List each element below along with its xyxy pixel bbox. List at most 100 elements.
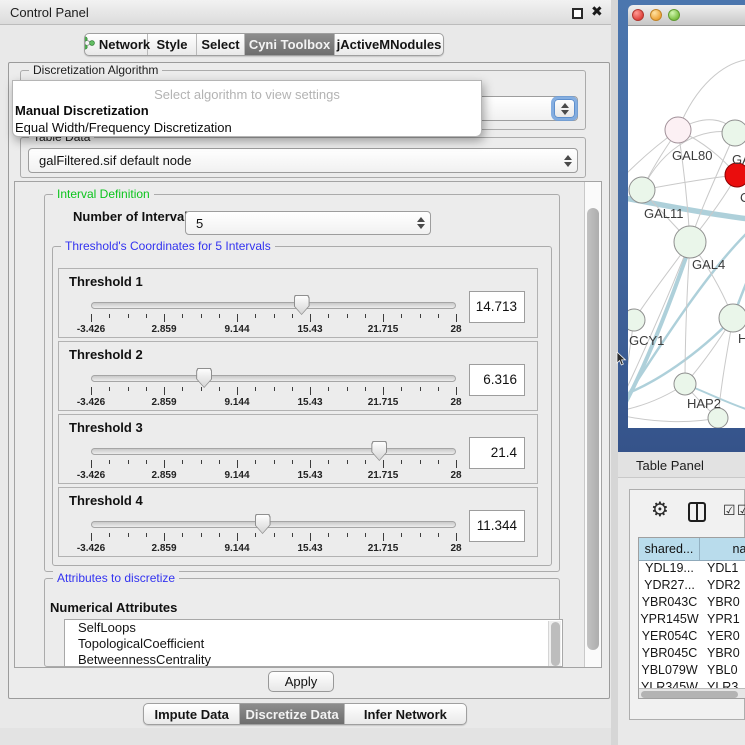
node-label: HAP2 [687, 396, 721, 411]
cell-name: YPR1 [700, 612, 745, 629]
network-node-gcy1[interactable] [628, 309, 645, 331]
number-of-intervals-combobox[interactable]: 5 [185, 211, 431, 235]
tab-discretize-data[interactable]: Discretize Data [240, 704, 344, 724]
tab-select[interactable]: Select [197, 34, 245, 55]
network-window-titlebar[interactable] [628, 5, 745, 26]
vertical-scrollbar[interactable] [584, 182, 601, 667]
threshold-label: Threshold 3 [69, 420, 143, 435]
cell-shared-name: YDR27... [639, 578, 700, 595]
numerical-attributes-label: Numerical Attributes [50, 600, 177, 615]
tab-impute-data[interactable]: Impute Data [144, 704, 240, 724]
slider-handle-icon[interactable] [255, 514, 271, 534]
threshold-slider[interactable]: -3.4262.8599.14415.4321.71528 [91, 516, 456, 556]
column-header-shared-[interactable]: shared... [639, 538, 700, 560]
slider-ticks [91, 314, 456, 323]
cell-name: YBR0 [700, 646, 745, 663]
tab-label: Network [99, 37, 150, 52]
scrollbar-thumb[interactable] [587, 208, 599, 650]
threshold-value-field[interactable]: 14.713 [469, 291, 525, 323]
threshold-slider[interactable]: -3.4262.8599.14415.4321.71528 [91, 370, 456, 410]
slider-tick-labels: -3.4262.8599.14415.4321.71528 [91, 324, 456, 336]
attribute-item-topologicalcoefficient[interactable]: TopologicalCoefficient [65, 636, 562, 652]
table-panel-title: Table Panel [636, 458, 704, 473]
network-graph: GAL80GACGAL11GAL4GCY1HHAP2 [628, 26, 745, 428]
network-node-ga[interactable] [722, 120, 745, 146]
network-node-gal4[interactable] [674, 226, 706, 258]
column-layout-icon[interactable] [688, 502, 706, 522]
threshold-value-field[interactable]: 21.4 [469, 437, 525, 469]
threshold-slider[interactable]: -3.4262.8599.14415.4321.71528 [91, 297, 456, 337]
node-label: GCY1 [629, 333, 664, 348]
slider-handle-face [295, 296, 309, 314]
tab-infer-network[interactable]: Infer Network [345, 704, 466, 724]
spinner-arrows-icon [564, 155, 572, 167]
cell-shared-name: YBL079W [639, 663, 700, 680]
slider-track[interactable] [91, 375, 456, 382]
threshold-row-threshold-1: Threshold 1-3.4262.8599.14415.4321.71528… [58, 268, 538, 338]
tab-cyni-toolbox[interactable]: Cyni Toolbox [245, 34, 335, 55]
scrollbar-thumb[interactable] [641, 691, 738, 698]
table-row[interactable]: YER054CYER0 [639, 629, 745, 646]
popup-option-equal-width-frequency-discretization[interactable]: Equal Width/Frequency Discretization [13, 119, 481, 136]
threshold-value-field[interactable]: 11.344 [469, 510, 525, 542]
network-node-gal80[interactable] [665, 117, 691, 143]
node-label: GAL4 [692, 257, 725, 272]
network-node-gal11[interactable] [629, 177, 655, 203]
apply-button[interactable]: Apply [268, 671, 334, 692]
attribute-item-betweennesscentrality[interactable]: BetweennessCentrality [65, 652, 562, 667]
control-panel-titlebar: Control Panel ✖ [0, 0, 618, 25]
threshold-slider[interactable]: -3.4262.8599.14415.4321.71528 [91, 443, 456, 483]
horizontal-scrollbar[interactable] [639, 688, 745, 698]
table-row[interactable]: YBL079WYBL0 [639, 663, 745, 680]
tab-network[interactable]: Network [85, 34, 148, 55]
slider-ticks [91, 533, 456, 542]
table-row[interactable]: YDR27...YDR2 [639, 578, 745, 595]
checkbox-checked-icon[interactable]: ☑ [737, 502, 745, 519]
threshold-label: Threshold 2 [69, 347, 143, 362]
table-row[interactable]: YPR145WYPR1 [639, 612, 745, 629]
network-node-h[interactable] [719, 304, 745, 332]
tab-label: Cyni Toolbox [249, 37, 330, 52]
minimize-traffic-light-icon[interactable] [650, 9, 662, 21]
bottom-strip [0, 728, 618, 745]
scrollbar-thumb[interactable] [551, 622, 560, 666]
algorithm-group-title: Discretization Algorithm [29, 63, 162, 77]
zoom-traffic-light-icon[interactable] [668, 9, 680, 21]
node-table[interactable]: shared...na YDL19...YDL1YDR27...YDR2YBR0… [638, 537, 745, 699]
slider-handle-icon[interactable] [294, 295, 310, 315]
node-label: C [740, 190, 745, 205]
cell-shared-name: YER054C [639, 629, 700, 646]
cell-shared-name: YPR145W [639, 612, 700, 629]
slider-track[interactable] [91, 521, 456, 528]
table-row[interactable]: YBR045CYBR0 [639, 646, 745, 663]
network-canvas[interactable]: GAL80GACGAL11GAL4GCY1HHAP2 [628, 26, 745, 428]
number-of-intervals-label: Number of Intervals [73, 209, 195, 224]
float-window-icon[interactable] [572, 8, 583, 19]
tab-style[interactable]: Style [148, 34, 197, 55]
slider-handle-icon[interactable] [196, 368, 212, 388]
threshold-value-field[interactable]: 6.316 [469, 364, 525, 396]
list-scrollbar[interactable] [548, 621, 561, 667]
slider-track[interactable] [91, 448, 456, 455]
numerical-attributes-list[interactable]: SelfLoopsTopologicalCoefficientBetweenne… [64, 619, 563, 667]
column-header-na[interactable]: na [700, 538, 745, 560]
table-row[interactable]: YDL19...YDL1 [639, 561, 745, 578]
settings-gear-icon[interactable]: ⚙ [651, 499, 669, 521]
network-node[interactable] [708, 408, 728, 428]
combo-focus-ring[interactable] [554, 99, 575, 118]
close-traffic-light-icon[interactable] [632, 9, 644, 21]
tab-jactivemnodules[interactable]: jActiveMNodules [335, 34, 443, 55]
slider-handle-icon[interactable] [371, 441, 387, 461]
table-data-value: galFiltered.sif default node [39, 153, 191, 168]
threshold-row-threshold-2: Threshold 2 -3.4262.8599.14415.4321.71528… [58, 341, 538, 411]
table-row[interactable]: YBR043CYBR0 [639, 595, 745, 612]
popup-option-manual-discretization[interactable]: Manual Discretization [13, 102, 481, 119]
tab-label: Impute Data [155, 707, 229, 722]
slider-track[interactable] [91, 302, 456, 309]
table-data-combobox[interactable]: galFiltered.sif default node [28, 148, 578, 173]
attribute-item-selfloops[interactable]: SelfLoops [65, 620, 562, 636]
network-node-hap2[interactable] [674, 373, 696, 395]
checkbox-checked-icon[interactable]: ☑ [723, 502, 736, 519]
cell-shared-name: YBR045C [639, 646, 700, 663]
close-icon[interactable]: ✖ [591, 3, 603, 20]
